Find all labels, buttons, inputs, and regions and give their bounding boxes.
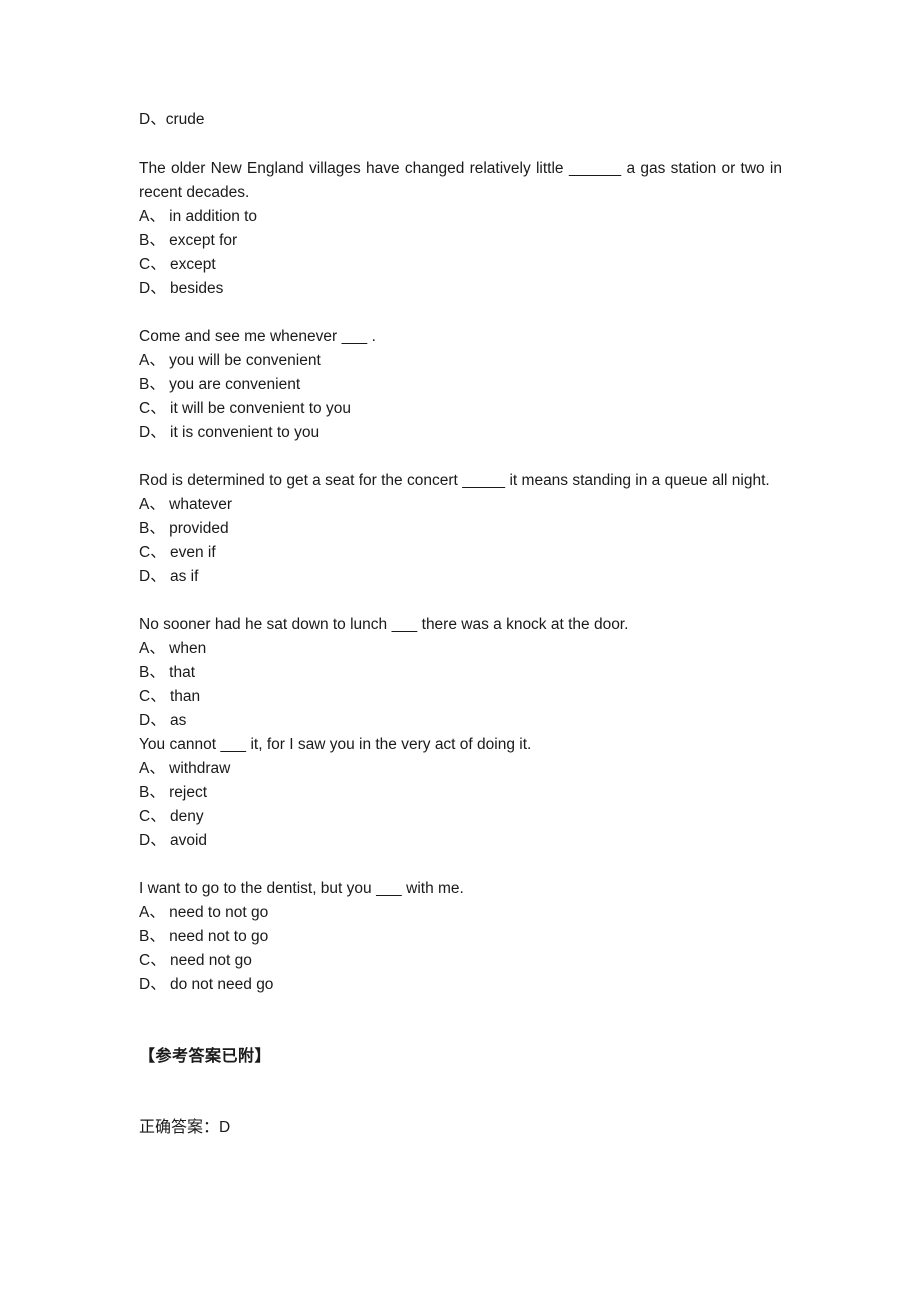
- option-item: A、 when: [139, 640, 207, 657]
- answer-section-heading: 【参考答案已附】: [139, 1046, 272, 1065]
- question-stem: Rod is determined to get a seat for the …: [139, 472, 770, 489]
- option-item: B、 provided: [139, 520, 229, 537]
- answer-spacer: [139, 1068, 782, 1115]
- option-item: B、 you are convenient: [139, 376, 301, 393]
- question-stem: You cannot it, for I saw you in the very…: [139, 736, 532, 753]
- option-item: D、 as: [139, 712, 187, 729]
- question-block-5: You cannot it, for I saw you in the very…: [139, 733, 782, 853]
- document-content: D、crude The older New England villages h…: [139, 108, 782, 1140]
- answer-section: 【参考答案已附】 正确答案：D: [139, 1044, 782, 1140]
- option-item: C、 even if: [139, 544, 216, 561]
- answer-blank: [462, 472, 505, 489]
- answer-blank: [220, 736, 246, 753]
- option-item: C、 than: [139, 688, 201, 705]
- question-block-6: I want to go to the dentist, but you wit…: [139, 877, 782, 997]
- option-item: D、 do not need go: [139, 976, 274, 993]
- answer-blank: [341, 328, 367, 345]
- option-item: D、 avoid: [139, 832, 208, 849]
- option-item: A、 withdraw: [139, 760, 231, 777]
- option-item: B、 reject: [139, 784, 208, 801]
- orphan-option-block: D、crude: [139, 108, 782, 132]
- option-item: C、 it will be convenient to you: [139, 400, 351, 417]
- option-item: C、 need not go: [139, 952, 252, 969]
- option-item: B、 that: [139, 664, 195, 681]
- option-item: A、 in addition to: [139, 208, 258, 225]
- question-block-1: The older New England villages have chan…: [139, 157, 782, 301]
- question-stem: No sooner had he sat down to lunch there…: [139, 616, 629, 633]
- question-stem: I want to go to the dentist, but you wit…: [139, 880, 464, 897]
- option-item: B、 need not to go: [139, 928, 269, 945]
- correct-answer-label: 正确答案：: [139, 1117, 220, 1136]
- question-stem: The older New England villages have chan…: [139, 160, 782, 201]
- option-item: B、 except for: [139, 232, 238, 249]
- option-item: D、 it is convenient to you: [139, 424, 320, 441]
- question-block-4: No sooner had he sat down to lunch there…: [139, 613, 782, 733]
- option-item: D、 as if: [139, 568, 199, 585]
- option-item: A、 you will be convenient: [139, 352, 321, 369]
- correct-answer-line: 正确答案：D: [139, 1115, 782, 1140]
- question-block-3: Rod is determined to get a seat for the …: [139, 469, 782, 589]
- answer-blank: [569, 160, 621, 177]
- option-item: D、 besides: [139, 280, 224, 297]
- option-item: C、 deny: [139, 808, 204, 825]
- option-item: C、 except: [139, 256, 216, 273]
- document-page: D、crude The older New England villages h…: [0, 0, 920, 1302]
- question-stem: Come and see me whenever .: [139, 328, 376, 345]
- option-item: A、 whatever: [139, 496, 233, 513]
- answer-blank: [391, 616, 417, 633]
- answer-blank: [376, 880, 402, 897]
- correct-answer-value: D: [219, 1119, 231, 1136]
- option-item: D、crude: [139, 111, 205, 128]
- option-item: A、 need to not go: [139, 904, 269, 921]
- question-block-2: Come and see me whenever . A、 you will b…: [139, 325, 782, 445]
